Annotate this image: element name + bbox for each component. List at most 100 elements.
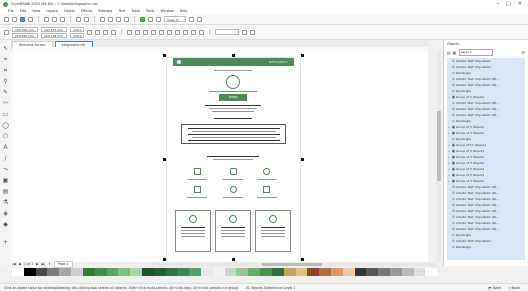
- color-swatch[interactable]: [177, 268, 190, 276]
- color-swatch[interactable]: [271, 268, 284, 276]
- new-file-icon[interactable]: [4, 16, 9, 22]
- trim-icon[interactable]: [167, 29, 172, 35]
- add-tool-icon[interactable]: +: [2, 240, 9, 246]
- color-swatch[interactable]: [390, 268, 402, 276]
- menu-object[interactable]: Object: [64, 9, 75, 13]
- menu-window[interactable]: Window: [160, 9, 173, 13]
- layer-manager-icon[interactable]: ▦: [453, 50, 457, 55]
- color-swatch[interactable]: [23, 268, 36, 276]
- cut-icon[interactable]: [44, 16, 49, 22]
- horizontal-scrollbar[interactable]: [152, 262, 437, 267]
- panel-options-icon[interactable]: ⚙: [521, 50, 525, 55]
- color-swatch[interactable]: [366, 268, 379, 276]
- search-icon[interactable]: [100, 16, 105, 22]
- quick-customize-icon[interactable]: [250, 29, 255, 35]
- selection-handle[interactable]: [301, 158, 304, 161]
- color-swatch[interactable]: [224, 268, 237, 276]
- crop-tool-icon[interactable]: ⌗: [2, 68, 9, 74]
- learn-button[interactable]: LEARN: [219, 94, 247, 101]
- ellipse-tool-icon[interactable]: ◯: [2, 123, 9, 129]
- color-swatch[interactable]: [425, 268, 438, 276]
- options-icon[interactable]: [189, 16, 194, 22]
- add-page-icon[interactable]: +: [48, 262, 51, 267]
- page-tab[interactable]: Page 1: [53, 261, 73, 268]
- publish-pdf-icon[interactable]: [124, 16, 129, 22]
- object-list-item[interactable]: ▭ Rectangle: [447, 244, 525, 250]
- open-file-icon[interactable]: [12, 16, 17, 22]
- weld-icon[interactable]: [159, 29, 164, 35]
- transparency-tool-icon[interactable]: ▤: [2, 189, 9, 195]
- y-position-field[interactable]: 118.697 mm: [12, 32, 38, 38]
- vertical-scrollbar[interactable]: [437, 51, 441, 262]
- rulers-icon[interactable]: [156, 16, 161, 22]
- color-swatch[interactable]: [12, 268, 24, 276]
- color-swatch[interactable]: [189, 268, 201, 276]
- menu-table[interactable]: Table: [131, 9, 140, 13]
- selection-handle[interactable]: [232, 258, 235, 261]
- menu-view[interactable]: View: [32, 9, 40, 13]
- save-icon[interactable]: [20, 16, 25, 22]
- color-swatch[interactable]: [71, 268, 83, 276]
- zoom-level-dropdown[interactable]: Snap To: [164, 16, 186, 22]
- intersect-icon[interactable]: [175, 29, 180, 35]
- document-page[interactable]: INFOGRAPHIC LEARN: [163, 54, 304, 263]
- menu-text[interactable]: Text: [118, 9, 125, 13]
- rotate-icon[interactable]: [95, 29, 100, 35]
- selection-handle[interactable]: [163, 258, 166, 261]
- rectangle-tool-icon[interactable]: ▭: [2, 112, 9, 118]
- ungroup-all-icon[interactable]: [143, 29, 148, 35]
- next-page-icon[interactable]: ▶: [36, 262, 38, 267]
- copy-icon[interactable]: [52, 16, 57, 22]
- mirror-vertical-icon[interactable]: [111, 29, 116, 35]
- lock-ratio-icon[interactable]: [87, 29, 92, 35]
- color-swatch[interactable]: [47, 268, 60, 276]
- import-icon[interactable]: [108, 16, 113, 22]
- color-swatch[interactable]: [165, 268, 178, 276]
- color-swatch[interactable]: [94, 268, 107, 276]
- color-swatch[interactable]: [212, 268, 225, 276]
- combine-icon[interactable]: [151, 29, 156, 35]
- menu-bitmaps[interactable]: Bitmaps: [98, 9, 112, 13]
- connector-tool-icon[interactable]: ⤳: [2, 167, 9, 173]
- ungroup-icon[interactable]: [135, 29, 140, 35]
- freehand-tool-icon[interactable]: ✎: [2, 90, 9, 96]
- mirror-horizontal-icon[interactable]: [103, 29, 108, 35]
- full-screen-icon[interactable]: [148, 16, 153, 22]
- color-swatch[interactable]: [201, 268, 213, 276]
- interactive-fill-tool-icon[interactable]: ◈: [2, 211, 9, 217]
- undo-icon[interactable]: [76, 16, 81, 22]
- last-page-icon[interactable]: ▶|: [42, 262, 46, 267]
- color-swatch[interactable]: [59, 268, 72, 276]
- menu-layout[interactable]: Layout: [46, 9, 58, 13]
- artistic-media-tool-icon[interactable]: 〰: [2, 101, 9, 107]
- selection-handle[interactable]: [301, 258, 304, 261]
- text-tool-icon[interactable]: A: [2, 145, 9, 151]
- x-position-field[interactable]: 125.392 mm: [12, 26, 38, 32]
- color-swatch[interactable]: [401, 268, 414, 276]
- selection-icon[interactable]: [4, 29, 9, 35]
- to-back-icon[interactable]: [199, 29, 204, 35]
- color-swatch[interactable]: [413, 268, 426, 276]
- first-page-icon[interactable]: |◀: [12, 262, 16, 267]
- maximize-icon[interactable]: □: [506, 1, 511, 7]
- redo-icon[interactable]: [84, 16, 89, 22]
- scale-y-field[interactable]: 100.0: [70, 32, 84, 38]
- selection-handle[interactable]: [163, 54, 166, 57]
- polygon-tool-icon[interactable]: ⬠: [2, 134, 9, 140]
- color-swatch[interactable]: [118, 268, 131, 276]
- minimize-icon[interactable]: –: [497, 1, 500, 7]
- color-swatch[interactable]: [35, 268, 48, 276]
- convert-to-curves-icon[interactable]: [242, 29, 247, 35]
- new-layer-icon[interactable]: ▤: [447, 50, 451, 55]
- color-swatch[interactable]: [295, 268, 308, 276]
- close-icon[interactable]: ×: [518, 1, 522, 7]
- width-field[interactable]: 147.437 mm: [41, 26, 67, 32]
- selection-handle[interactable]: [232, 54, 235, 57]
- height-field[interactable]: 209.148 mm: [41, 32, 67, 38]
- selection-handle[interactable]: [301, 54, 304, 57]
- color-swatch[interactable]: [319, 268, 331, 276]
- pick-tool-icon[interactable]: ↖: [2, 46, 9, 52]
- parallel-dimension-tool-icon[interactable]: /: [2, 156, 9, 162]
- color-swatch[interactable]: [342, 268, 355, 276]
- scrollbar-thumb[interactable]: [437, 111, 441, 181]
